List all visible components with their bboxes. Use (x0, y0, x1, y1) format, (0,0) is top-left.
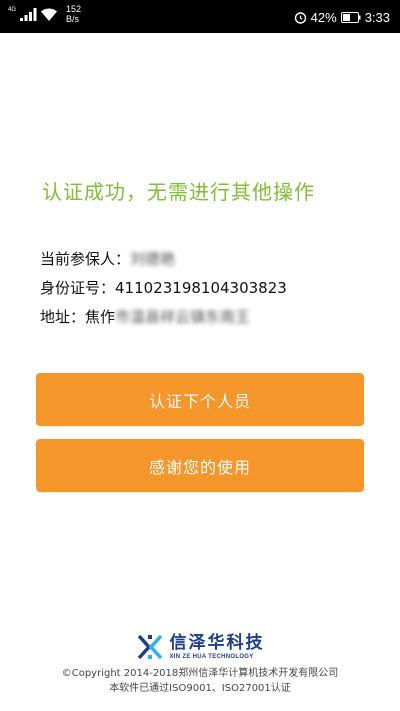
clock-time: 3:33 (364, 9, 390, 25)
network-speed: 152 B/s (66, 4, 81, 24)
address-prefix: 焦作 (85, 308, 116, 326)
copyright-line-1: ©Copyright 2014-2018郑州信泽华计算机技术开发有限公司 (61, 668, 339, 679)
status-right: 42% 3:33 (294, 8, 390, 26)
id-row: 身份证号： 411023198104303823 (40, 273, 287, 302)
next-person-button[interactable]: 认证下个人员 (36, 373, 364, 426)
success-title: 认证成功，无需进行其他操作 (42, 180, 315, 204)
insured-row: 当前参保人： 刘德艳 (40, 244, 287, 273)
insured-name: 刘德艳 (130, 250, 176, 268)
alarm-icon (294, 11, 306, 24)
logo-mark-icon (137, 634, 162, 660)
battery-percent: 42% (310, 9, 337, 25)
insured-info: 当前参保人： 刘德艳 身份证号： 411023198104303823 地址： … (40, 244, 287, 331)
id-number: 411023198104303823 (115, 278, 287, 297)
wifi-icon (41, 8, 57, 21)
speed-unit: B/s (66, 14, 80, 24)
logo-en-text: XIN ZE HUA TECHNOLOGY (169, 653, 254, 660)
logo-cn-text: 信泽华科技 (169, 632, 265, 653)
signal-icon (20, 8, 37, 21)
thanks-button[interactable]: 感谢您的使用 (36, 439, 364, 492)
network-type: 4G (8, 7, 17, 13)
address-label: 地址： (40, 308, 86, 326)
speed-value: 152 (66, 4, 82, 14)
copyright-line-2: 本软件已通过ISO9001、ISO27001认证 (109, 683, 291, 694)
address-row: 地址： 焦作 市温县祥云镇东南王 (40, 302, 287, 331)
logo-text: 信泽华科技 XIN ZE HUA TECHNOLOGY (169, 632, 265, 661)
address-value: 市温县祥云镇东南王 (115, 308, 251, 326)
insured-label: 当前参保人： (40, 250, 131, 268)
copyright: ©Copyright 2014-2018郑州信泽华计算机技术开发有限公司 本软件… (0, 666, 400, 696)
status-bar: 4G 152 B/s 42% 3:33 (0, 0, 400, 33)
id-label: 身份证号： (40, 279, 116, 297)
company-logo: 信泽华科技 XIN ZE HUA TECHNOLOGY (0, 630, 400, 664)
battery-icon (340, 11, 361, 23)
